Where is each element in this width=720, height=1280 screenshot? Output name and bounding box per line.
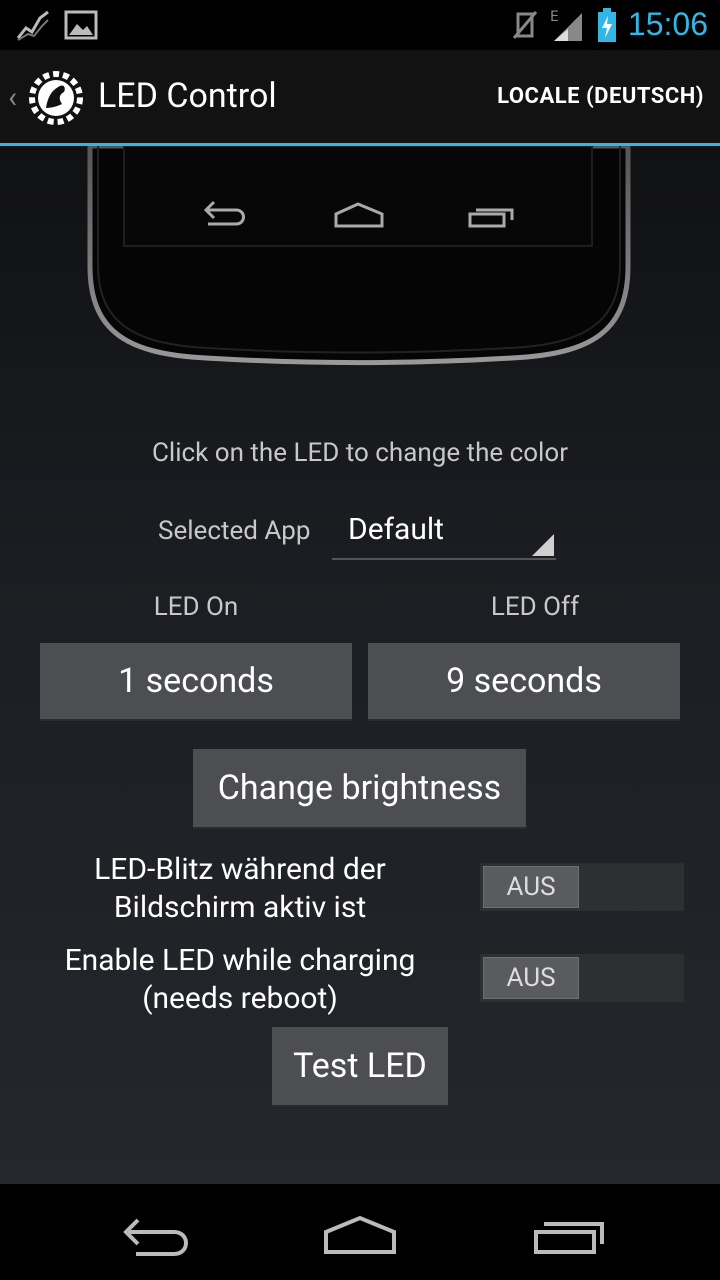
change-brightness-button[interactable]: Change brightness	[193, 749, 526, 829]
locale-button[interactable]: LOCALE (DEUTSCH)	[497, 84, 704, 109]
recent-apps-icon[interactable]	[520, 1210, 616, 1258]
screen-on-flash-switch[interactable]: AUS	[480, 863, 684, 911]
vibrate-muted-icon	[512, 10, 538, 39]
notification-icons	[16, 8, 98, 42]
selected-app-spinner[interactable]: Default	[332, 504, 556, 560]
up-navigation-icon[interactable]: ‹	[8, 80, 17, 115]
main-content: Click on the LED to change the color Sel…	[0, 146, 720, 1184]
test-led-button[interactable]: Test LED	[272, 1027, 448, 1107]
led-on-label: LED On	[153, 592, 239, 622]
home-icon[interactable]	[312, 1210, 408, 1258]
battery-charging-icon	[597, 7, 616, 42]
svg-text:E: E	[550, 9, 559, 25]
action-bar: ‹ LED Control LOCALE (DEUTSCH)	[0, 50, 720, 146]
navigation-bar	[0, 1184, 720, 1280]
charging-led-label: Enable LED while charging (needs reboot)	[64, 943, 416, 1016]
color-hint: Click on the LED to change the color	[151, 438, 569, 468]
dropdown-arrow-icon	[532, 534, 554, 556]
selected-app-label: Selected App	[158, 516, 311, 546]
led-off-label: LED Off	[490, 592, 580, 622]
app-title: LED Control	[98, 76, 277, 116]
status-bar: E 15:06	[0, 0, 720, 50]
phone-illustration[interactable]	[86, 146, 632, 366]
back-icon[interactable]	[110, 1210, 206, 1258]
system-icons: E 15:06	[510, 6, 708, 43]
clock: 15:06	[627, 6, 708, 42]
led-off-duration-button[interactable]: 9 seconds	[368, 643, 680, 721]
switch-thumb: AUS	[483, 957, 579, 999]
led-on-duration-button[interactable]: 1 seconds	[40, 643, 352, 721]
app-logo-icon[interactable]	[26, 68, 86, 128]
selected-app-value: Default	[348, 512, 444, 547]
charging-led-switch[interactable]: AUS	[480, 954, 684, 1002]
switch-thumb: AUS	[483, 866, 579, 908]
screen-on-flash-label: LED-Blitz während der Bildschirm aktiv i…	[94, 852, 386, 925]
image-icon	[64, 10, 98, 40]
signal-icon: E	[550, 9, 582, 41]
activity-graph-icon	[16, 10, 49, 41]
